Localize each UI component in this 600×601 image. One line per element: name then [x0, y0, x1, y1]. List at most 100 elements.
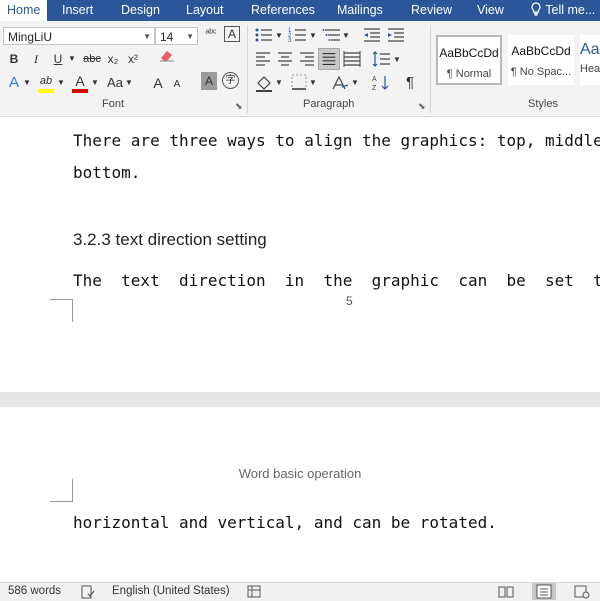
tab-mailings[interactable]: Mailings [337, 0, 383, 21]
align-center-icon[interactable] [276, 50, 294, 68]
chevron-down-icon[interactable]: ▼ [90, 73, 100, 93]
crop-mark [50, 299, 73, 322]
font-name-value: MingLiU [8, 30, 53, 44]
tab-view[interactable]: View [477, 0, 504, 21]
char-shading-button[interactable]: A [201, 72, 217, 90]
grow-font-button[interactable]: A [150, 73, 166, 93]
document-area[interactable]: There are three ways to align the graphi… [0, 117, 600, 582]
line-spacing-icon[interactable] [372, 50, 392, 68]
ribbon: MingLiU ▼ 14 ▼ ᵃᵇᶜ A B I U ▼ abc x₂ x² A… [0, 21, 600, 117]
chevron-down-icon[interactable]: ▼ [274, 73, 284, 93]
change-case-button[interactable]: Aa [104, 73, 126, 93]
enclose-characters-button[interactable]: 字 [222, 72, 239, 89]
dialog-launcher-icon[interactable]: ⬊ [235, 101, 243, 112]
chevron-down-icon[interactable]: ▼ [67, 49, 77, 69]
tab-insert[interactable]: Insert [62, 0, 93, 21]
tab-home[interactable]: Home [0, 0, 48, 21]
sort-icon[interactable]: AZ [372, 73, 392, 93]
chevron-down-icon[interactable]: ▼ [143, 28, 151, 46]
font-size-box[interactable]: 14 ▼ [155, 27, 198, 45]
macro-icon[interactable] [247, 585, 263, 599]
style-no-spacing[interactable]: AaBbCcDd ¶ No Spac... [508, 35, 574, 85]
justify-icon[interactable] [318, 48, 340, 70]
style-heading[interactable]: AaBl Hea [580, 35, 600, 85]
body-text-line: bottom. [73, 163, 141, 182]
body-text-line: horizontal and vertical, and can be rota… [73, 513, 497, 532]
tab-design[interactable]: Design [121, 0, 160, 21]
paragraph-group-label: Paragraph [303, 98, 355, 110]
numbering-icon[interactable]: 123 [288, 26, 308, 44]
chevron-down-icon[interactable]: ▼ [22, 73, 32, 93]
font-color-label: A [75, 73, 85, 89]
multilevel-list-icon[interactable] [322, 26, 342, 44]
status-bar: 586 words English (United States) [0, 582, 600, 601]
svg-text:A: A [372, 76, 377, 83]
tab-layout[interactable]: Layout [186, 0, 224, 21]
header-text: Word basic operation [238, 466, 362, 481]
superscript-button[interactable]: x² [125, 49, 141, 69]
distributed-icon[interactable] [342, 50, 362, 68]
eraser-icon [160, 51, 174, 62]
tell-me-box[interactable]: Tell me... [530, 0, 595, 21]
chevron-down-icon[interactable]: ▼ [308, 73, 318, 93]
font-size-value: 14 [160, 30, 174, 44]
asian-layout-icon[interactable] [330, 73, 350, 93]
language[interactable]: English (United States) [112, 585, 230, 597]
borders-icon[interactable] [290, 73, 308, 91]
word-count[interactable]: 586 words [8, 585, 61, 597]
font-color-bar [72, 89, 88, 93]
align-left-icon[interactable] [254, 50, 272, 68]
style-sample: AaBbCcDd [439, 46, 499, 60]
section-heading: 3.2.3 text direction setting [73, 230, 267, 249]
page[interactable]: Word basic operation horizontal and vert… [0, 407, 600, 582]
chevron-down-icon[interactable]: ▼ [56, 73, 66, 93]
read-mode-icon[interactable] [498, 585, 514, 599]
chevron-down-icon[interactable]: ▼ [124, 73, 134, 93]
text-effects-button[interactable]: A [4, 73, 24, 93]
enclose-characters-icon[interactable]: A [224, 26, 240, 42]
font-color-button[interactable]: A [70, 71, 90, 93]
proofing-icon[interactable] [80, 585, 96, 599]
svg-text:Z: Z [372, 85, 377, 92]
strikethrough-button[interactable]: abc [81, 49, 103, 69]
styles-group-label: Styles [528, 98, 558, 110]
clear-formatting-button[interactable] [155, 47, 179, 69]
tell-me-label: Tell me... [545, 3, 596, 17]
tab-references[interactable]: References [251, 0, 315, 21]
font-name-box[interactable]: MingLiU ▼ [3, 27, 155, 45]
web-layout-icon[interactable] [574, 585, 590, 599]
decrease-indent-icon[interactable] [362, 26, 382, 44]
chevron-down-icon[interactable]: ▼ [274, 26, 284, 46]
font-group-label: Font [102, 98, 125, 110]
subscript-button[interactable]: x₂ [105, 49, 121, 69]
chevron-down-icon[interactable]: ▼ [350, 73, 360, 93]
dialog-launcher-icon[interactable]: ⬊ [418, 101, 426, 112]
page[interactable]: There are three ways to align the graphi… [0, 117, 600, 392]
chevron-down-icon[interactable]: ▼ [308, 26, 318, 46]
tab-review[interactable]: Review [411, 0, 452, 21]
align-right-icon[interactable] [298, 50, 316, 68]
body-text-line: The text direction in the graphic can be… [73, 271, 600, 290]
underline-button[interactable]: U [50, 49, 66, 69]
style-sample: AaBbCcDd [511, 44, 571, 58]
shading-icon[interactable] [254, 73, 274, 93]
lightbulb-icon [531, 2, 541, 16]
style-normal[interactable]: AaBbCcDd ¶ Normal [436, 35, 502, 85]
crop-mark [50, 479, 73, 502]
increase-indent-icon[interactable] [386, 26, 406, 44]
highlight-color-bar [38, 89, 54, 93]
highlight-button[interactable]: ab [36, 71, 56, 93]
bullets-icon[interactable] [254, 26, 274, 44]
style-sample: AaBl [580, 41, 600, 58]
page-number: 5 [346, 294, 353, 308]
change-case-icon[interactable]: ᵃᵇᶜ [202, 24, 220, 44]
chevron-down-icon[interactable]: ▼ [392, 50, 402, 70]
print-layout-icon[interactable] [532, 583, 556, 600]
chevron-down-icon[interactable]: ▼ [186, 28, 194, 46]
shrink-font-button[interactable]: A [170, 75, 184, 95]
show-marks-button[interactable]: ¶ [402, 73, 418, 93]
chevron-down-icon[interactable]: ▼ [341, 26, 351, 46]
style-name: Hea [580, 63, 600, 75]
italic-button[interactable]: I [28, 49, 44, 69]
bold-button[interactable]: B [6, 49, 22, 69]
